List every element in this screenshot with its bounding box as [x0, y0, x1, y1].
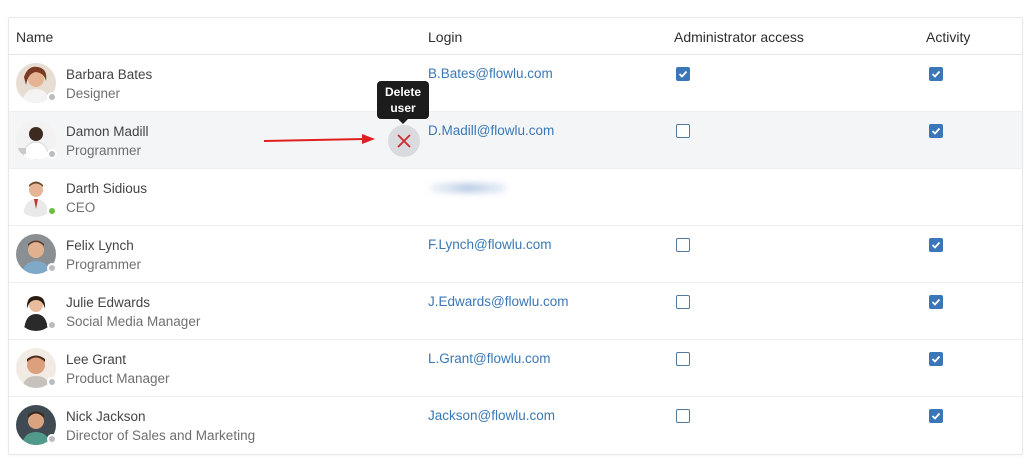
avatar[interactable]: [16, 405, 57, 445]
user-role: Social Media Manager: [66, 314, 201, 329]
user-role: Director of Sales and Marketing: [66, 428, 256, 443]
delete-user-tooltip: Delete user: [377, 81, 429, 124]
user-name[interactable]: Lee Grant: [66, 352, 126, 367]
check-icon: [931, 70, 941, 78]
tooltip-line-2: user: [390, 101, 416, 115]
table-row[interactable]: Julie Edwards Social Media Manager J.Edw…: [9, 283, 1022, 340]
admin-access-checkbox[interactable]: [676, 238, 690, 252]
user-login-link[interactable]: D.Madill@flowlu.com: [428, 123, 554, 138]
user-login-link[interactable]: L.Grant@flowlu.com: [428, 351, 551, 366]
user-role: Programmer: [66, 257, 142, 272]
tooltip-line-1: Delete: [384, 85, 422, 99]
activity-checkbox[interactable]: [929, 124, 943, 138]
user-login-link[interactable]: F.Lynch@flowlu.com: [428, 237, 552, 252]
admin-access-checkbox[interactable]: [676, 409, 690, 423]
table-row[interactable]: Damon Madill Programmer D.Madill@flowlu.…: [9, 112, 1022, 169]
avatar[interactable]: [16, 63, 57, 103]
status-offline-indicator: [47, 320, 57, 330]
status-offline-indicator: [47, 149, 57, 159]
table-row[interactable]: Felix Lynch Programmer F.Lynch@flowlu.co…: [9, 226, 1022, 283]
activity-checkbox[interactable]: [929, 352, 943, 366]
admin-access-checkbox[interactable]: [676, 124, 690, 138]
activity-checkbox[interactable]: [929, 409, 943, 423]
activity-checkbox[interactable]: [929, 295, 943, 309]
user-name[interactable]: Barbara Bates: [66, 67, 152, 82]
activity-checkbox[interactable]: [929, 238, 943, 252]
status-offline-indicator: [47, 434, 57, 444]
check-icon: [931, 127, 941, 135]
redacted-login: [429, 183, 507, 193]
admin-access-checkbox[interactable]: [676, 352, 690, 366]
avatar[interactable]: [16, 348, 57, 388]
avatar[interactable]: [16, 120, 57, 160]
admin-access-checkbox[interactable]: [676, 67, 690, 81]
activity-checkbox[interactable]: [929, 67, 943, 81]
check-icon: [931, 412, 941, 420]
user-role: Programmer: [66, 143, 142, 158]
table-row[interactable]: Darth Sidious CEO: [9, 169, 1022, 226]
header-admin-access[interactable]: Administrator access: [674, 29, 804, 45]
user-login-link[interactable]: J.Edwards@flowlu.com: [428, 294, 569, 309]
check-icon: [931, 355, 941, 363]
header-login[interactable]: Login: [428, 29, 462, 45]
check-icon: [931, 241, 941, 249]
status-offline-indicator: [47, 263, 57, 273]
user-name[interactable]: Felix Lynch: [66, 238, 134, 253]
check-icon: [678, 70, 688, 78]
avatar[interactable]: [16, 234, 57, 274]
admin-access-checkbox[interactable]: [676, 295, 690, 309]
user-name[interactable]: Damon Madill: [66, 124, 149, 139]
users-table: Name Login Administrator access Activity…: [8, 17, 1023, 455]
table-row[interactable]: Nick Jackson Director of Sales and Marke…: [9, 397, 1022, 454]
avatar[interactable]: [16, 177, 57, 217]
header-activity[interactable]: Activity: [926, 29, 970, 45]
header-name[interactable]: Name: [16, 29, 53, 45]
user-login-link[interactable]: B.Bates@flowlu.com: [428, 66, 553, 81]
user-name[interactable]: Nick Jackson: [66, 409, 146, 424]
user-role: CEO: [66, 200, 96, 215]
user-name[interactable]: Darth Sidious: [66, 181, 147, 196]
table-row[interactable]: Barbara Bates Designer B.Bates@flowlu.co…: [9, 55, 1022, 112]
close-icon: [397, 134, 411, 148]
user-role: Product Manager: [66, 371, 170, 386]
status-offline-indicator: [47, 92, 57, 102]
user-login-link[interactable]: Jackson@flowlu.com: [428, 408, 555, 423]
delete-user-button[interactable]: [388, 125, 420, 157]
user-role: Designer: [66, 86, 121, 101]
table-header: Name Login Administrator access Activity: [9, 18, 1022, 55]
status-online-indicator: [47, 206, 57, 216]
user-name[interactable]: Julie Edwards: [66, 295, 150, 310]
status-offline-indicator: [47, 377, 57, 387]
check-icon: [931, 298, 941, 306]
annotation-arrow-icon: [264, 134, 375, 144]
table-row[interactable]: Lee Grant Product Manager L.Grant@flowlu…: [9, 340, 1022, 397]
avatar[interactable]: [16, 291, 57, 331]
